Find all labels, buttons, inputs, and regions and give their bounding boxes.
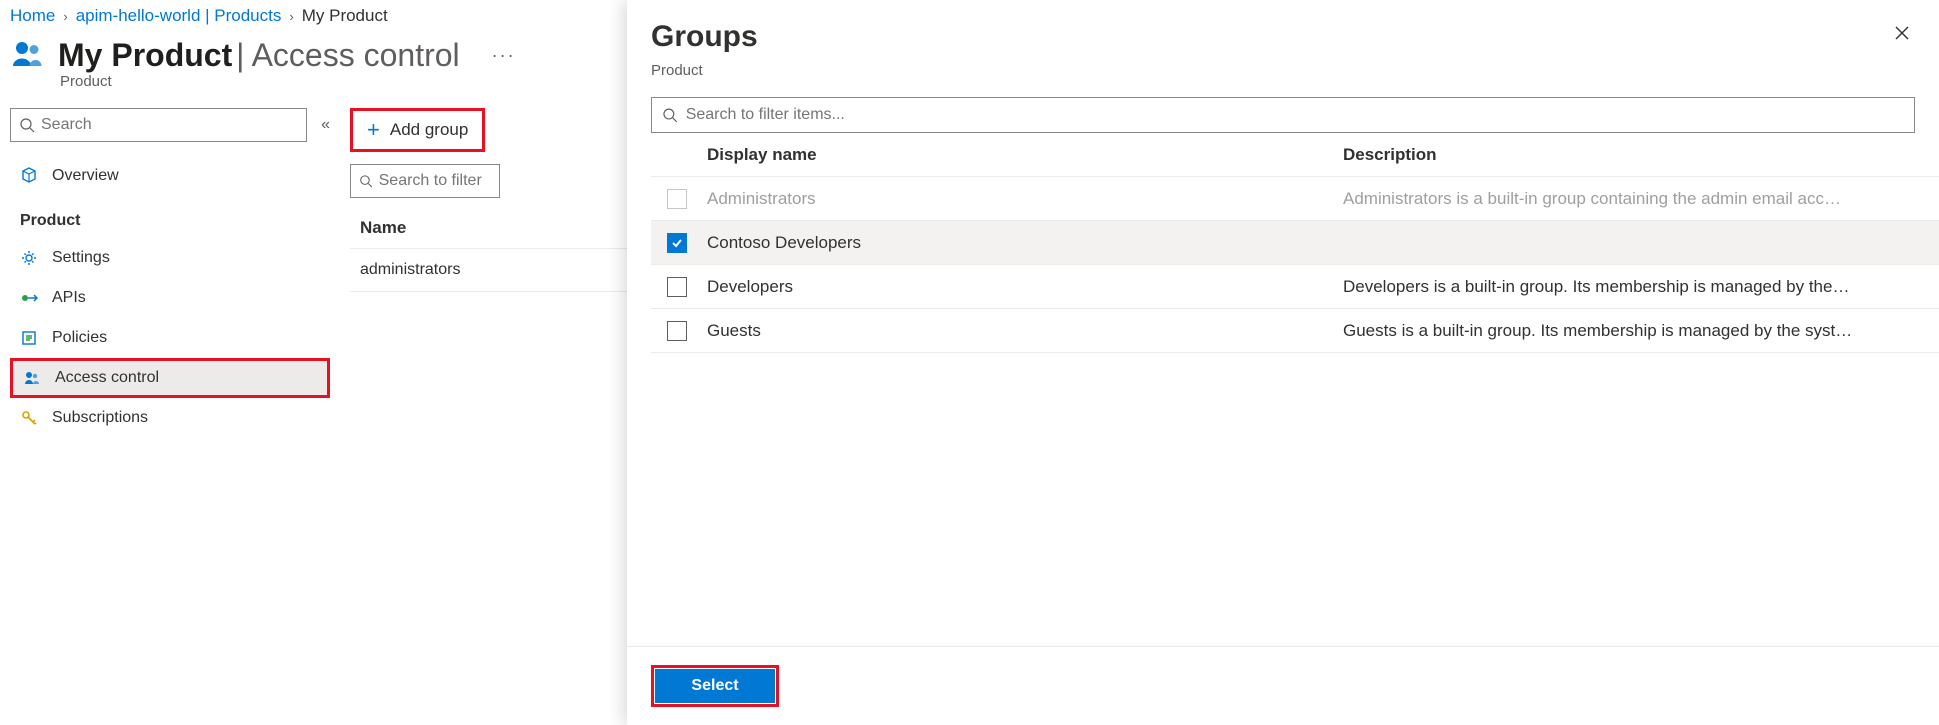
panel-search[interactable] <box>651 97 1915 133</box>
close-icon <box>1893 24 1911 42</box>
sidebar-item-label: Access control <box>55 369 159 387</box>
sidebar-heading-product: Product <box>10 196 330 238</box>
overview-icon <box>20 167 38 185</box>
search-icon <box>19 117 35 133</box>
breadcrumb-current: My Product <box>302 6 388 26</box>
sidebar-item-subscriptions[interactable]: Subscriptions <box>10 398 330 438</box>
panel-search-input[interactable] <box>686 106 1904 124</box>
panel-title: Groups <box>651 20 758 54</box>
close-button[interactable] <box>1889 20 1915 49</box>
chevron-right-icon: › <box>63 9 67 24</box>
sidebar-item-apis[interactable]: APIs <box>10 278 330 318</box>
panel-cell-desc: Developers is a built-in group. Its memb… <box>1343 277 1939 297</box>
sidebar-item-label: APIs <box>52 289 86 307</box>
panel-cell-name: Administrators <box>703 189 1343 209</box>
panel-cell-desc: Guests is a built-in group. Its membersh… <box>1343 321 1939 341</box>
search-icon <box>662 107 678 123</box>
sidebar-item-label: Policies <box>52 329 107 347</box>
breadcrumb-home[interactable]: Home <box>10 6 55 26</box>
search-icon <box>359 173 373 189</box>
panel-footer: Select <box>627 646 1939 725</box>
sidebar-item-policies[interactable]: Policies <box>10 318 330 358</box>
add-group-label: Add group <box>390 120 468 140</box>
panel-cell-desc: Administrators is a built-in group conta… <box>1343 189 1939 209</box>
panel-row-developers[interactable]: Developers Developers is a built-in grou… <box>651 265 1939 309</box>
people-icon <box>23 369 41 387</box>
collapse-sidebar-icon[interactable]: « <box>321 116 330 134</box>
panel-row-administrators: Administrators Administrators is a built… <box>651 177 1939 221</box>
checkbox[interactable] <box>667 321 687 341</box>
panel-col-header-name[interactable]: Display name <box>703 145 1343 165</box>
chevron-right-icon: › <box>289 9 293 24</box>
panel-cell-name: Developers <box>703 277 1343 297</box>
gear-icon <box>20 249 38 267</box>
people-icon <box>10 36 46 75</box>
sidebar-search-input[interactable] <box>41 116 298 134</box>
panel-subtitle: Product <box>627 62 1939 97</box>
sidebar-item-access-control[interactable]: Access control <box>10 358 330 398</box>
page-section: | Access control <box>236 37 460 73</box>
groups-panel: Groups Product Display name Description … <box>627 0 1939 725</box>
sidebar-item-overview[interactable]: Overview <box>10 156 330 196</box>
checkbox[interactable] <box>667 277 687 297</box>
panel-table-header: Display name Description <box>651 133 1939 177</box>
main-filter-input[interactable] <box>379 172 491 190</box>
panel-col-header-desc[interactable]: Description <box>1343 145 1939 165</box>
sidebar-item-label: Settings <box>52 249 110 267</box>
panel-table: Display name Description Administrators … <box>651 133 1939 353</box>
sidebar-item-settings[interactable]: Settings <box>10 238 330 278</box>
key-icon <box>20 409 38 427</box>
sidebar-item-label: Overview <box>52 167 119 185</box>
panel-cell-name: Guests <box>703 321 1343 341</box>
sidebar-item-label: Subscriptions <box>52 409 148 427</box>
main-filter-search[interactable] <box>350 164 500 198</box>
sidebar: « Overview Product Settings APIs Po <box>10 108 330 438</box>
panel-row-guests[interactable]: Guests Guests is a built-in group. Its m… <box>651 309 1939 353</box>
more-actions-button[interactable]: ··· <box>492 45 516 66</box>
sidebar-search[interactable] <box>10 108 307 142</box>
select-button[interactable]: Select <box>655 669 775 703</box>
panel-cell-name: Contoso Developers <box>703 233 1343 253</box>
add-group-button[interactable]: + Add group <box>350 108 485 152</box>
checkbox <box>667 189 687 209</box>
apis-icon <box>20 289 38 307</box>
page-title: My Product <box>58 37 232 73</box>
panel-row-contoso-developers[interactable]: Contoso Developers <box>651 221 1939 265</box>
checkbox[interactable] <box>667 233 687 253</box>
policies-icon <box>20 329 38 347</box>
check-icon <box>670 236 684 250</box>
plus-icon: + <box>367 117 380 143</box>
breadcrumb-service[interactable]: apim-hello-world | Products <box>76 6 282 26</box>
